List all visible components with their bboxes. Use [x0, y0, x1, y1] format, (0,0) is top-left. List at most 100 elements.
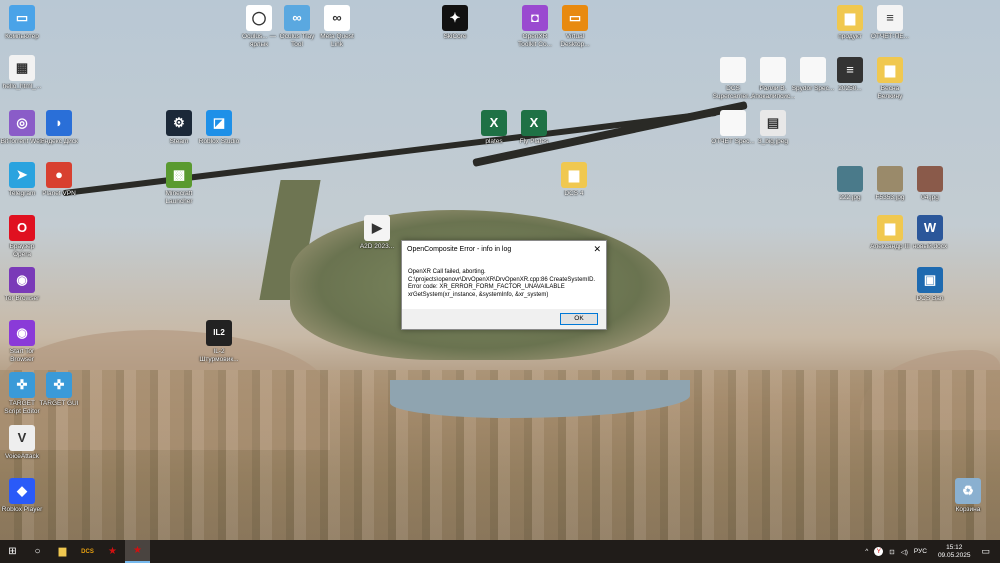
desktop-icon[interactable]: ◆ Roblox Player: [0, 478, 44, 514]
desktop-icon-label: 04.jpg: [921, 194, 939, 201]
taskbar: ⊞ ○ ▆ DCS ★ ★ ^ Y ⊡ ◁) РУС 15:12 09.05.2…: [0, 540, 1000, 563]
desktop-icon[interactable]: ◉ Tor Browser: [0, 267, 44, 303]
desktop-icon[interactable]: ▭ Компьютер: [0, 5, 44, 41]
file-icon: [800, 57, 826, 83]
desktop-icon[interactable]: ∞ Meta Quest Link: [315, 5, 359, 49]
desktop-icon-label: DCS 4: [564, 190, 584, 197]
roblox-icon: ◆: [9, 478, 35, 504]
excel-icon: X: [481, 110, 507, 136]
desktop-icon-label: DCS Supercarrier...: [712, 85, 754, 100]
notifications-icon[interactable]: ▭: [981, 546, 990, 557]
desktop-icon-label: TARGET GUI: [39, 400, 79, 407]
desktop-icon-label: 222.jpg: [839, 194, 861, 201]
desktop-icon[interactable]: ≡ 20250...: [828, 57, 872, 93]
desktop-icon[interactable]: ≡ ОТЧЁТ-ПЕ...: [868, 5, 912, 41]
desktop-icon[interactable]: Ралли В. Апокалипсис...: [751, 57, 795, 101]
desktop-icon[interactable]: ▆ продукт: [828, 5, 872, 41]
desktop-icon-label: Minecraft Launcher: [165, 190, 193, 205]
file-explorer-button[interactable]: ▆: [50, 540, 75, 563]
desktop-icon[interactable]: ⚙ Steam: [157, 110, 201, 146]
desktop-icon[interactable]: ✜ TARGET GUI: [37, 372, 81, 408]
desktop-icon-label: ОТЧЁТ Spec...: [711, 138, 755, 145]
desktop-icon[interactable]: ▤ 3_big.jpeg: [751, 110, 795, 146]
desktop-icon[interactable]: ▆ Александр III: [868, 215, 912, 251]
close-icon[interactable]: ✕: [593, 244, 601, 255]
desktop-icon-label: A2D 2023...: [359, 243, 395, 250]
desktop-icon[interactable]: ♻ Корзина: [946, 478, 990, 514]
desktop-icon[interactable]: 04.jpg: [908, 166, 952, 202]
desktop-icon[interactable]: Wновый.docx: [908, 215, 952, 251]
folder-icon: ◉: [9, 267, 35, 293]
voiceattack-icon: V: [9, 425, 35, 451]
desktop-icon[interactable]: ∞ Oculus Tray Tool: [275, 5, 319, 49]
desktop-icon-label: Fly Plates: [519, 138, 549, 145]
desktop-icon-label: Компьютер: [5, 33, 39, 40]
il2-icon: IL2: [206, 320, 232, 346]
desktop-icon[interactable]: X Fly Plates: [512, 110, 556, 146]
desktop-icon[interactable]: ▆ DCS 4: [552, 162, 596, 198]
image-file-icon: ▤: [760, 110, 786, 136]
desktop-icon[interactable]: ◗ Яндекс Диск: [37, 110, 81, 146]
excel-icon: X: [521, 110, 547, 136]
message-line: xrGetSystem(xr_instance, &systemInfo, &x…: [408, 291, 549, 298]
desktop-icon[interactable]: ◪ Roblox Studio: [197, 110, 241, 146]
desktop-icon[interactable]: O Браузер Opera: [0, 215, 44, 259]
volume-icon[interactable]: ◁): [901, 548, 908, 556]
system-tray: ^ Y ⊡ ◁) РУС 15:12 09.05.2025 ▭: [862, 540, 1000, 563]
desktop-icon[interactable]: ▆ Весна Белкину: [868, 57, 912, 101]
telegram-icon: ➤: [9, 162, 35, 188]
network-icon[interactable]: ⊡: [889, 548, 894, 556]
message-line: C:\projects\openovr\DrvOpenXR\DrvOpenXR.…: [408, 276, 596, 283]
desktop-icon-label: IL-2 Штурмовик...: [199, 348, 239, 363]
desktop-icon-label: hello_html_...: [2, 83, 42, 90]
desktop-icon[interactable]: Xplates: [472, 110, 516, 146]
desktop-icon[interactable]: ◉ Start Tor Browser: [0, 320, 44, 364]
desktop-icon[interactable]: ✦ SkiCore: [433, 5, 477, 41]
language-indicator[interactable]: РУС: [914, 548, 927, 555]
desktop-icon[interactable]: IL2 IL-2 Штурмовик...: [197, 320, 241, 364]
desktop-icon-label: 3_big.jpeg: [758, 138, 788, 145]
dialog-footer: OK: [402, 309, 606, 329]
desktop-icon[interactable]: DCS Supercarrier...: [711, 57, 755, 101]
image-file-icon: ▦: [9, 55, 35, 81]
search-button[interactable]: ○: [25, 540, 50, 563]
desktop-icon[interactable]: ▦ hello_html_...: [0, 55, 44, 91]
desktop-icon-label: F5353.jpg: [875, 194, 905, 201]
desktop-icon-label: ОТЧЁТ-ПЕ...: [870, 33, 910, 40]
bittorrent-icon: ◎: [9, 110, 35, 136]
dark-file-icon: ≡: [837, 57, 863, 83]
desktop-icon-label: Roblox Player: [1, 506, 43, 513]
desktop-icon-label: Planet VPN: [42, 190, 76, 197]
chevron-up-icon[interactable]: ^: [865, 548, 868, 555]
clock[interactable]: 15:12 09.05.2025: [938, 544, 971, 560]
desktop-icon[interactable]: ▣ DCS Ban: [908, 267, 952, 303]
desktop-icon[interactable]: ОТЧЁТ Spec...: [711, 110, 755, 146]
desktop-icon-label: Весна Белкину: [877, 85, 903, 100]
dialog-message: OpenXR Call failed, aborting. C:\project…: [402, 257, 606, 299]
desktop-icon[interactable]: 222.jpg: [828, 166, 872, 202]
dcs-taskbar-button[interactable]: DCS: [75, 540, 100, 563]
desktop-icon[interactable]: V VoiceAttack: [0, 425, 44, 461]
desktop-icon-label: Tor Browser: [4, 295, 40, 302]
image-file-icon: [837, 166, 863, 192]
desktop-icon[interactable]: ▶ A2D 2023...: [355, 215, 399, 251]
folder-icon: ▆: [561, 162, 587, 188]
desktop-icon-label: VoiceAttack: [5, 453, 39, 460]
desktop-icon[interactable]: F5353.jpg: [868, 166, 912, 202]
start-button[interactable]: ⊞: [0, 540, 25, 563]
yandex-icon[interactable]: Y: [874, 547, 884, 556]
file-icon: [720, 110, 746, 136]
star-app-taskbar-button[interactable]: ★: [100, 540, 125, 563]
desktop-icon[interactable]: ● Planet VPN: [37, 162, 81, 198]
desktop-icon[interactable]: ◘ OpenXR Toolkit Co...: [513, 5, 557, 49]
desktop-icon[interactable]: ▭ Virtual Desktop...: [553, 5, 597, 49]
desktop-icon-label: новый.docx: [912, 243, 948, 250]
star-app-taskbar-button-active[interactable]: ★: [125, 540, 150, 563]
desktop-icon-label: Александр III: [870, 243, 910, 250]
target-icon: ✜: [9, 372, 35, 398]
desktop-icon-label: SkiCore: [443, 33, 467, 40]
ok-button[interactable]: OK: [560, 313, 598, 325]
desktop-icon[interactable]: ▩ Minecraft Launcher: [157, 162, 201, 206]
text-file-icon: ≡: [877, 5, 903, 31]
message-line: OpenXR Call failed, aborting.: [408, 269, 486, 275]
